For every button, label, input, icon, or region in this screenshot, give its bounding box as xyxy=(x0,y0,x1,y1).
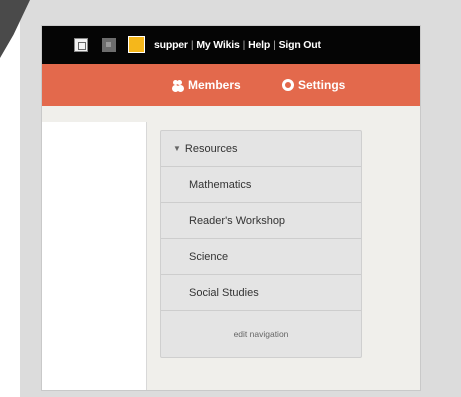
pages-icon[interactable] xyxy=(74,38,88,52)
help-link[interactable]: Help xyxy=(248,39,270,51)
account-links: supper | My Wikis | Help | Sign Out xyxy=(154,39,321,51)
my-wikis-link[interactable]: My Wikis xyxy=(196,39,239,51)
gear-icon xyxy=(282,79,294,91)
members-label: Members xyxy=(188,78,241,92)
members-button[interactable]: Members xyxy=(172,78,241,92)
user-avatar[interactable] xyxy=(128,36,145,53)
people-icon xyxy=(172,79,184,91)
wiki-page: supper | My Wikis | Help | Sign Out Members Se… xyxy=(42,26,420,390)
settings-label: Settings xyxy=(298,78,346,92)
username-link[interactable]: supper xyxy=(154,39,188,51)
content-area xyxy=(42,122,146,390)
settings-button[interactable]: Settings xyxy=(282,78,345,92)
navigation-panel: ▼ Resources Mathematics Reader's Worksho… xyxy=(160,130,362,358)
menu-icon[interactable] xyxy=(102,38,116,52)
sign-out-link[interactable]: Sign Out xyxy=(279,39,321,51)
wiki-subnav: Members Settings xyxy=(42,64,420,106)
edit-navigation-link[interactable]: edit navigation xyxy=(161,329,361,339)
nav-item-readers-workshop[interactable]: Reader's Workshop xyxy=(161,203,361,239)
resources-heading[interactable]: ▼ Resources xyxy=(161,131,361,167)
nav-item-social-studies[interactable]: Social Studies xyxy=(161,275,361,311)
resources-label: Resources xyxy=(184,142,238,155)
nav-item-science[interactable]: Science xyxy=(161,239,361,275)
triangle-down-icon: ▼ xyxy=(173,144,181,153)
top-bar: supper | My Wikis | Help | Sign Out xyxy=(42,26,420,64)
nav-item-mathematics[interactable]: Mathematics xyxy=(161,167,361,203)
